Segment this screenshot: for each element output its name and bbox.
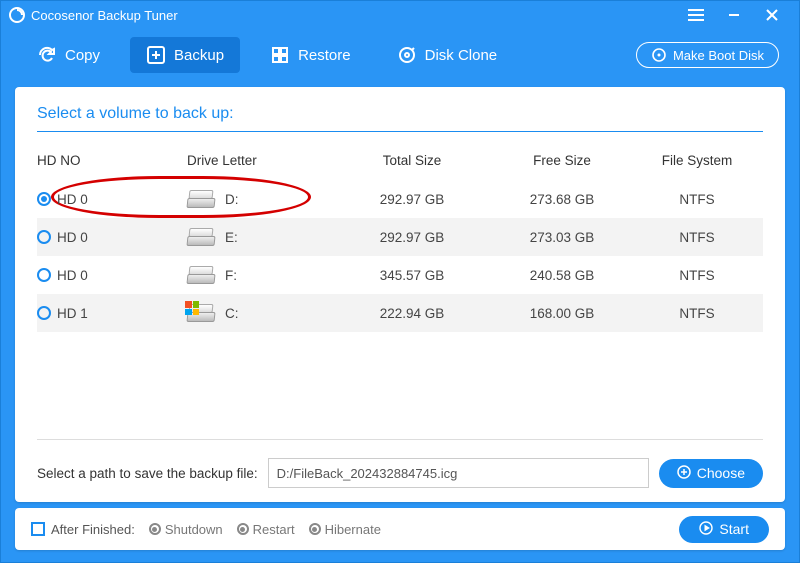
drive-icon (187, 228, 215, 246)
main-panel: Select a volume to back up: HD NO Drive … (15, 87, 785, 502)
volume-radio[interactable] (37, 268, 51, 282)
hibernate-radio[interactable] (309, 523, 321, 535)
drive-letter: F: (225, 268, 237, 283)
drive-icon (187, 190, 215, 208)
restore-icon (270, 45, 290, 65)
restore-label: Restore (298, 47, 351, 64)
copy-icon (37, 45, 57, 65)
bootdisk-icon (651, 47, 667, 63)
titlebar: Cocosenor Backup Tuner (1, 1, 799, 29)
drive-letter: E: (225, 230, 238, 245)
after-finished-checkbox[interactable] (31, 522, 45, 536)
copy-tab[interactable]: Copy (21, 37, 116, 73)
bottom-bar: After Finished: Shutdown Restart Hiberna… (15, 508, 785, 550)
after-option-hibernate[interactable]: Hibernate (309, 522, 381, 537)
filesystem: NTFS (637, 230, 757, 245)
copy-label: Copy (65, 47, 100, 64)
shutdown-radio[interactable] (149, 523, 161, 535)
total-size: 292.97 GB (337, 230, 487, 245)
plus-icon (677, 465, 691, 482)
menu-button[interactable] (677, 1, 715, 29)
filesystem: NTFS (637, 306, 757, 321)
after-option-restart[interactable]: Restart (237, 522, 295, 537)
col-drive: Drive Letter (187, 153, 337, 168)
hdno-value: HD 0 (57, 230, 88, 245)
diskclone-label: Disk Clone (425, 47, 498, 64)
path-label: Select a path to save the backup file: (37, 466, 258, 481)
main-toolbar: Copy Backup Restore Disk Clone Make Boo (1, 29, 799, 81)
volume-table-body: HD 0 D: 292.97 GB 273.68 GB NTFS HD 0 (37, 180, 763, 332)
backup-icon (146, 45, 166, 65)
drive-letter: D: (225, 192, 239, 207)
col-fs: File System (637, 153, 757, 168)
free-size: 273.03 GB (487, 230, 637, 245)
minimize-button[interactable] (715, 1, 753, 29)
filesystem: NTFS (637, 192, 757, 207)
backup-tab[interactable]: Backup (130, 37, 240, 73)
volume-radio[interactable] (37, 230, 51, 244)
restart-radio[interactable] (237, 523, 249, 535)
volume-row[interactable]: HD 1 C: 222.94 GB 168.00 GB NTFS (37, 294, 763, 332)
app-title: Cocosenor Backup Tuner (31, 8, 178, 23)
volume-row[interactable]: HD 0 D: 292.97 GB 273.68 GB NTFS (37, 180, 763, 218)
choose-button[interactable]: Choose (659, 459, 763, 488)
restart-label: Restart (253, 522, 295, 537)
volume-row[interactable]: HD 0 F: 345.57 GB 240.58 GB NTFS (37, 256, 763, 294)
after-finished-label: After Finished: (51, 522, 135, 537)
volume-row[interactable]: HD 0 E: 292.97 GB 273.03 GB NTFS (37, 218, 763, 256)
filesystem: NTFS (637, 268, 757, 283)
free-size: 168.00 GB (487, 306, 637, 321)
panel-title: Select a volume to back up: (37, 105, 763, 132)
play-icon (699, 521, 713, 538)
backup-label: Backup (174, 47, 224, 64)
shutdown-label: Shutdown (165, 522, 223, 537)
restore-tab[interactable]: Restore (254, 37, 367, 73)
drive-icon (187, 266, 215, 284)
windows-badge-icon (185, 301, 199, 315)
backup-path-row: Select a path to save the backup file: C… (37, 439, 763, 488)
close-button[interactable] (753, 1, 791, 29)
drive-icon-windows (187, 304, 215, 322)
volume-radio[interactable] (37, 306, 51, 320)
free-size: 273.68 GB (487, 192, 637, 207)
hdno-value: HD 0 (57, 268, 88, 283)
total-size: 345.57 GB (337, 268, 487, 283)
drive-letter: C: (225, 306, 239, 321)
free-size: 240.58 GB (487, 268, 637, 283)
total-size: 292.97 GB (337, 192, 487, 207)
bootdisk-label: Make Boot Disk (673, 48, 764, 63)
col-free: Free Size (487, 153, 637, 168)
start-label: Start (719, 521, 749, 537)
volume-table-header: HD NO Drive Letter Total Size Free Size … (37, 140, 763, 180)
diskclone-tab[interactable]: Disk Clone (381, 37, 514, 73)
app-logo-icon (9, 7, 25, 23)
total-size: 222.94 GB (337, 306, 487, 321)
volume-radio[interactable] (37, 192, 51, 206)
col-hdno: HD NO (37, 153, 187, 168)
after-option-shutdown[interactable]: Shutdown (149, 522, 223, 537)
backup-path-input[interactable] (268, 458, 649, 488)
app-window: Cocosenor Backup Tuner Copy Backup (0, 0, 800, 563)
start-button[interactable]: Start (679, 516, 769, 543)
hdno-value: HD 1 (57, 306, 88, 321)
hibernate-label: Hibernate (325, 522, 381, 537)
hdno-value: HD 0 (57, 192, 88, 207)
col-total: Total Size (337, 153, 487, 168)
diskclone-icon (397, 45, 417, 65)
make-boot-disk-button[interactable]: Make Boot Disk (636, 42, 779, 68)
choose-label: Choose (697, 465, 745, 481)
